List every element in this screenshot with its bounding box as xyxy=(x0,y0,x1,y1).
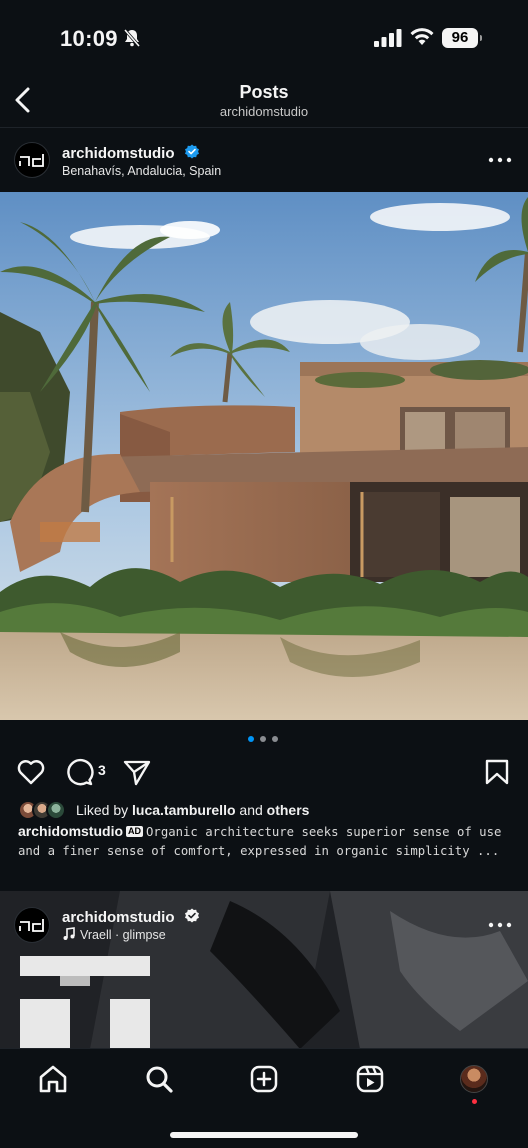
reel-audio[interactable]: Vraell · glimpse xyxy=(62,927,166,942)
page-subtitle: archidomstudio xyxy=(219,104,309,119)
post-actions: 3 xyxy=(0,752,528,792)
comment-bubble-icon[interactable] xyxy=(64,758,94,786)
carousel-dot xyxy=(260,736,266,742)
wifi-icon xyxy=(410,28,434,45)
cellular-signal-icon xyxy=(374,29,402,47)
silent-bell-icon xyxy=(123,29,141,47)
liked-by-text: Liked by luca.tamburello and others xyxy=(76,802,310,818)
post-caption[interactable]: archidomstudio AD Organic architecture see… xyxy=(18,822,514,860)
comment-count[interactable]: 3 xyxy=(98,762,106,778)
carousel-dot xyxy=(272,736,278,742)
reels-icon[interactable] xyxy=(354,1063,386,1095)
liker-avatar xyxy=(46,800,66,820)
reel-username[interactable]: archidomstudio xyxy=(62,908,200,926)
villa-render-image xyxy=(0,192,528,720)
paper-plane-icon[interactable] xyxy=(122,758,152,786)
instagram-posts-screen: 10:09 96 Posts archidomstudio archidomst… xyxy=(0,0,528,1148)
liked-by-row[interactable]: Liked by luca.tamburello and others xyxy=(18,800,518,822)
battery-indicator: 96 xyxy=(442,28,482,48)
page-title: Posts xyxy=(239,82,289,102)
home-indicator[interactable] xyxy=(170,1132,358,1138)
liked-by-username[interactable]: luca.tamburello xyxy=(132,802,235,818)
liked-by-others[interactable]: others xyxy=(267,802,310,818)
status-bar: 10:09 96 xyxy=(0,0,528,78)
carousel-indicator xyxy=(248,736,282,744)
post-image[interactable] xyxy=(0,192,528,720)
post-header: archidomstudio Benahavís, Andalucia, Spa… xyxy=(0,128,528,192)
reel-profile-avatar[interactable] xyxy=(14,907,50,943)
caption-username[interactable]: archidomstudio xyxy=(18,823,123,839)
post-location[interactable]: Benahavís, Andalucia, Spain xyxy=(62,164,221,178)
carousel-dot-active xyxy=(248,736,254,742)
music-note-icon xyxy=(63,927,75,940)
status-time: 10:09 xyxy=(60,26,118,51)
more-options-icon[interactable] xyxy=(488,921,512,929)
profile-avatar[interactable] xyxy=(14,142,50,178)
archidom-logo-icon xyxy=(19,154,44,167)
reel-header: archidomstudio Vraell · glimpse xyxy=(0,891,528,955)
plus-square-icon[interactable] xyxy=(248,1063,280,1095)
post-username[interactable]: archidomstudio xyxy=(62,144,200,162)
notification-dot xyxy=(472,1099,477,1104)
heart-icon[interactable] xyxy=(16,758,46,786)
ad-badge: AD xyxy=(126,826,144,837)
search-icon[interactable] xyxy=(143,1063,175,1095)
archidom-logo-icon xyxy=(19,919,44,932)
home-icon[interactable] xyxy=(37,1063,69,1095)
posts-header: Posts archidomstudio xyxy=(0,78,528,128)
verified-badge-icon xyxy=(184,144,199,159)
more-options-icon[interactable] xyxy=(488,156,512,164)
profile-avatar-nav[interactable] xyxy=(460,1065,488,1093)
bookmark-icon[interactable] xyxy=(484,758,510,786)
verified-badge-icon xyxy=(184,908,199,923)
